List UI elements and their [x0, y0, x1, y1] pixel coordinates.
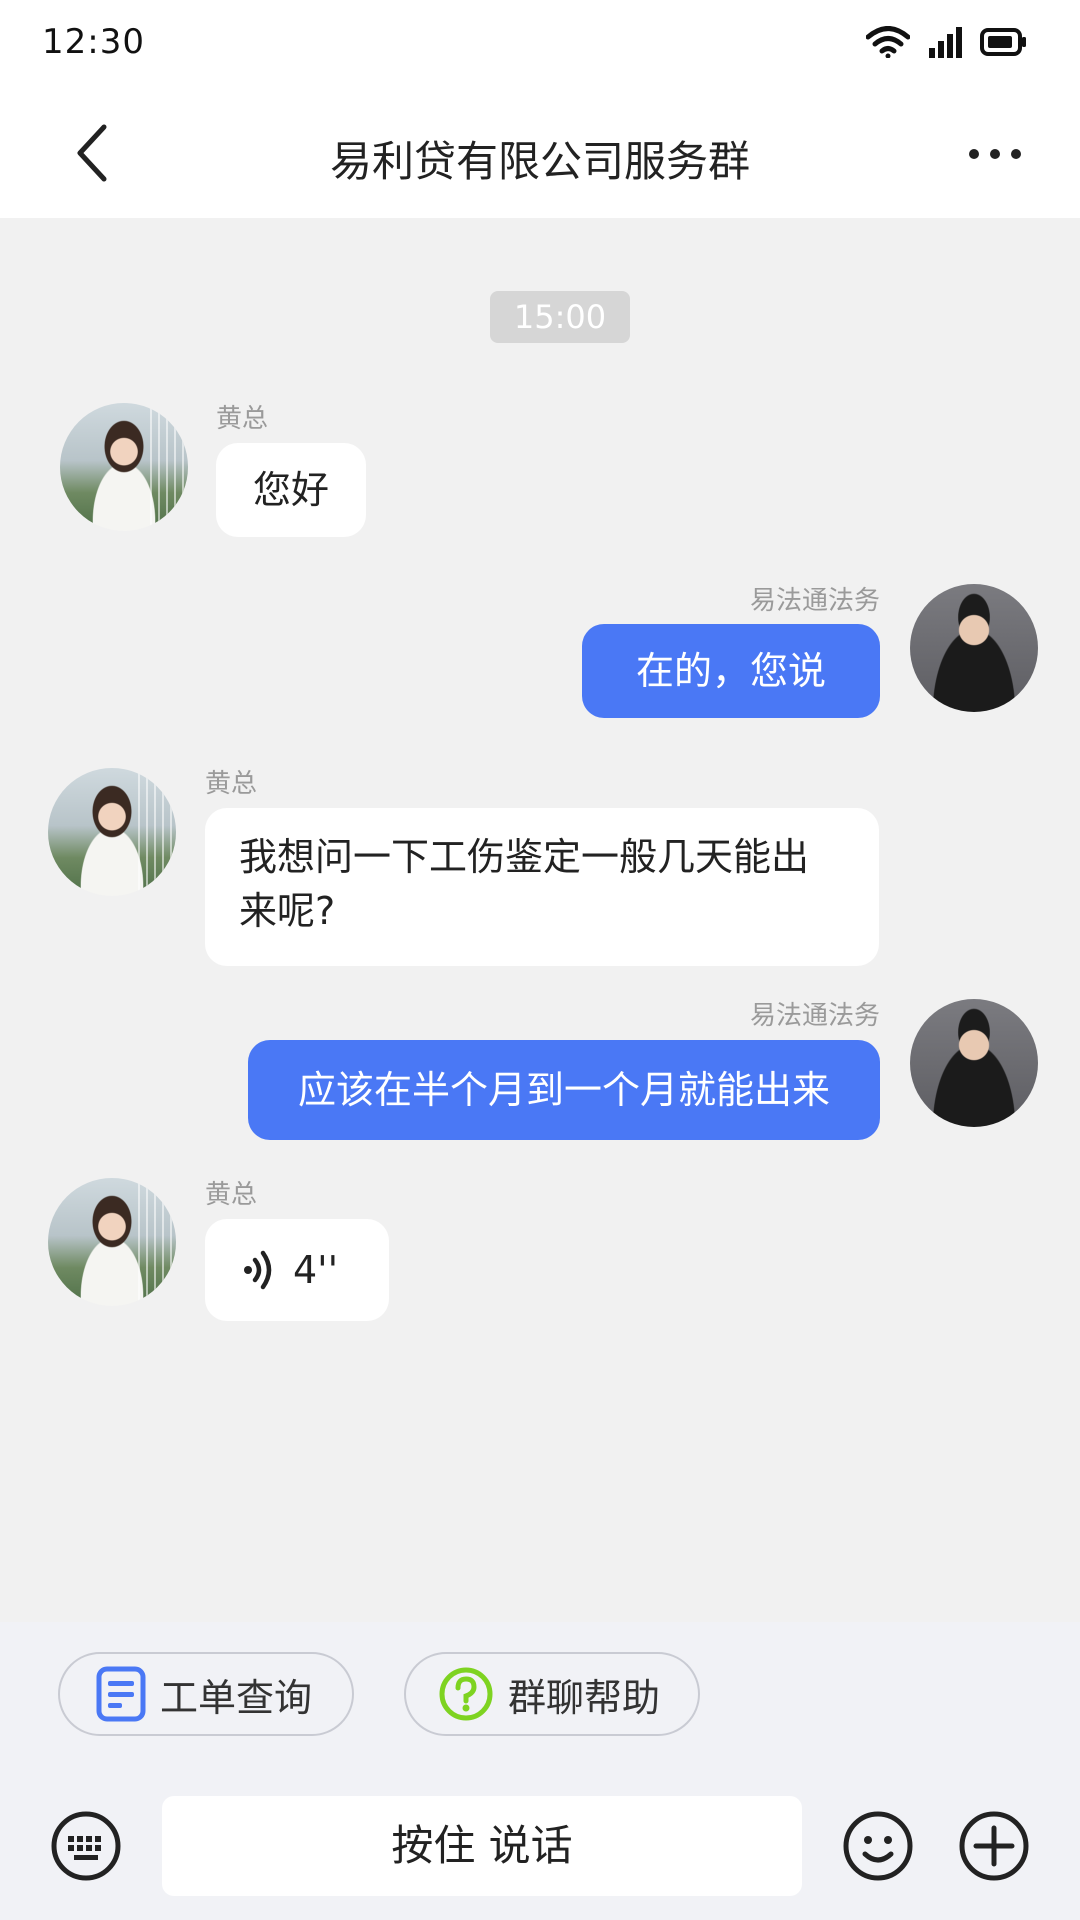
- hold-to-talk-button[interactable]: 按住 说话: [162, 1796, 802, 1896]
- group-help-button[interactable]: 群聊帮助: [404, 1652, 700, 1736]
- group-help-label: 群聊帮助: [508, 1675, 661, 1720]
- status-time: 12:30: [42, 22, 145, 62]
- sender-name: 黄总: [216, 404, 269, 434]
- more-dots-icon: [968, 145, 1022, 164]
- quick-action-bar: 工单查询 群聊帮助: [0, 1622, 1080, 1772]
- more-actions-button[interactable]: [958, 1810, 1030, 1882]
- voice-message-bubble[interactable]: 4'': [205, 1219, 389, 1321]
- avatar[interactable]: [48, 768, 176, 896]
- more-button[interactable]: [960, 126, 1030, 182]
- nav-bar: 易利贷有限公司服务群: [0, 92, 1080, 218]
- chat-screen: 12:30 易利贷有限公司服务群 15:00 黄总 您好 易法通法务 在的，您说…: [0, 0, 1080, 1920]
- sender-name: 黄总: [205, 769, 258, 799]
- message-bubble[interactable]: 应该在半个月到一个月就能出来: [248, 1040, 880, 1140]
- battery-icon: [980, 27, 1028, 57]
- message-bubble[interactable]: 您好: [216, 443, 366, 537]
- avatar[interactable]: [48, 1178, 176, 1306]
- voice-duration: 4'': [293, 1248, 339, 1292]
- avatar[interactable]: [910, 584, 1038, 712]
- ticket-query-label: 工单查询: [160, 1675, 313, 1720]
- avatar[interactable]: [910, 999, 1038, 1127]
- sender-name: 易法通法务: [749, 1001, 880, 1031]
- emoji-button[interactable]: [842, 1810, 914, 1882]
- keyboard-icon: [50, 1810, 122, 1882]
- help-circle-icon: [438, 1666, 494, 1722]
- avatar[interactable]: [60, 403, 188, 531]
- wifi-icon: [866, 26, 910, 58]
- voice-wave-icon: [241, 1248, 277, 1292]
- page-title: 易利贷有限公司服务群: [329, 137, 750, 186]
- chat-area[interactable]: 15:00 黄总 您好 易法通法务 在的，您说 黄总 我想问一下工伤鉴定一般几天…: [0, 218, 1080, 1622]
- signal-icon: [928, 26, 962, 58]
- sender-name: 易法通法务: [749, 586, 880, 616]
- message-bubble[interactable]: 我想问一下工伤鉴定一般几天能出来呢?: [205, 808, 879, 966]
- input-bar: 按住 说话: [0, 1772, 1080, 1920]
- plus-circle-icon: [958, 1810, 1030, 1882]
- ticket-query-button[interactable]: 工单查询: [58, 1652, 354, 1736]
- keyboard-toggle-button[interactable]: [50, 1810, 122, 1882]
- timestamp-badge: 15:00: [490, 291, 630, 343]
- sender-name: 黄总: [205, 1180, 258, 1210]
- status-bar: 12:30: [0, 0, 1080, 92]
- message-bubble[interactable]: 在的，您说: [582, 624, 880, 718]
- smiley-icon: [842, 1810, 914, 1882]
- document-icon: [96, 1666, 146, 1722]
- status-icons: [866, 26, 1028, 58]
